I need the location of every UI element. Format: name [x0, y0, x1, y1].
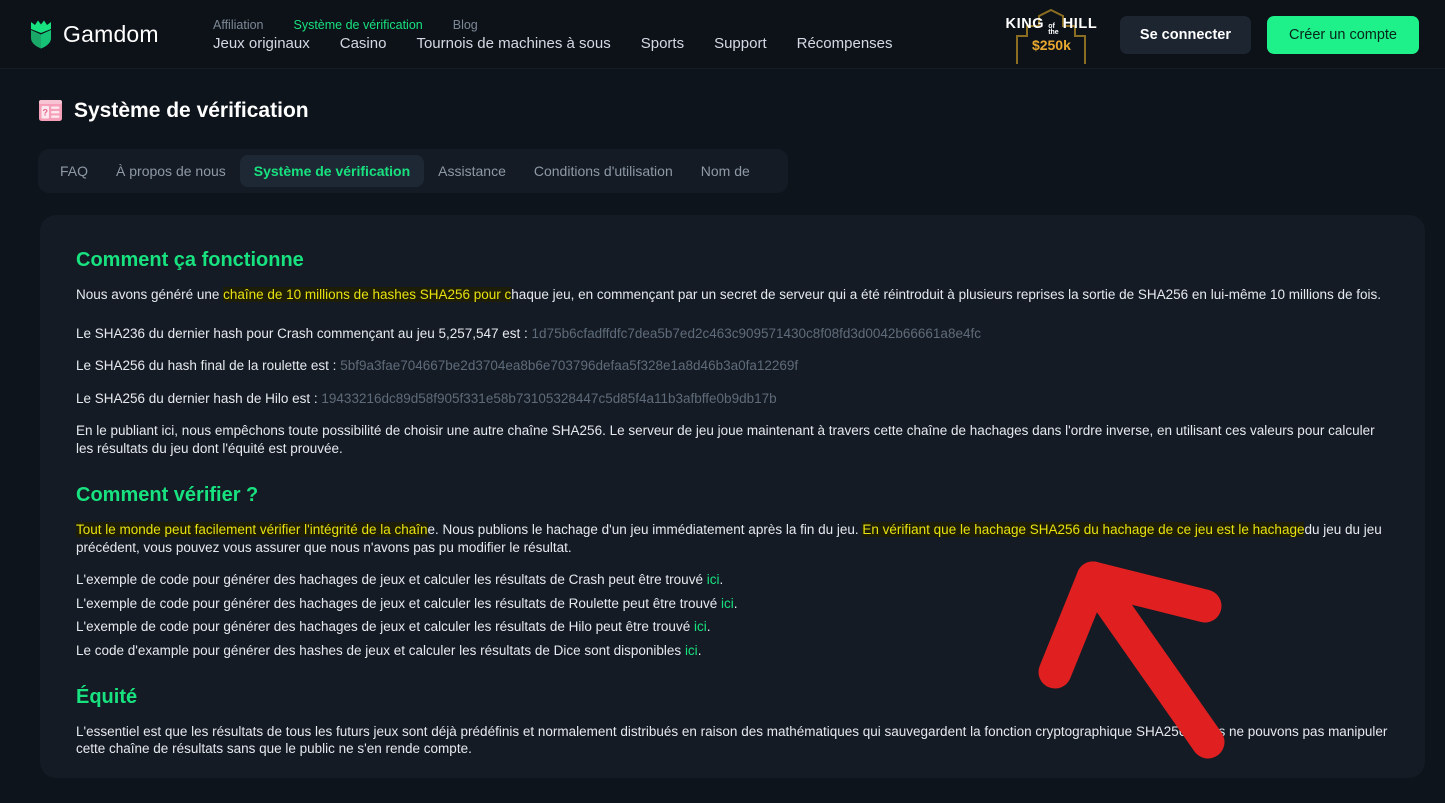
page-title-text: Système de vérification	[74, 98, 309, 122]
paragraph-how-it-works: Nous avons généré une chaîne de 10 milli…	[76, 286, 1389, 304]
login-button[interactable]: Se connecter	[1119, 15, 1251, 54]
code-line-hilo-text: L'exemple de code pour générer des hacha…	[76, 619, 694, 635]
p1-highlight: chaîne de 10 millions de hashes SHA256 p…	[223, 287, 512, 302]
heading-how-to-verify: Comment vérifier ?	[76, 484, 259, 507]
brand-name: Gamdom	[63, 20, 159, 47]
code-line-dice-suffix: .	[697, 643, 702, 659]
code-line-hilo-suffix: .	[706, 619, 711, 635]
promo-the: the	[1048, 29, 1059, 36]
crash-hash-line: Le SHA236 du dernier hash pour Crash com…	[76, 325, 1389, 343]
nav-link-verification-system[interactable]: Système de vérification	[294, 18, 423, 32]
king-of-the-hill-promo[interactable]: KING of the HILL $250k	[999, 6, 1104, 64]
hilo-hash-value: 19433216dc89d58f905f331e58b73105328447c5…	[321, 390, 777, 406]
tab-assistance[interactable]: Assistance	[424, 155, 520, 187]
secondary-nav: Affiliation Système de vérification Blog	[213, 18, 893, 32]
tab-domain-name[interactable]: Nom de	[687, 155, 764, 187]
tab-verification-system[interactable]: Système de vérification	[239, 155, 425, 187]
nav-link-rewards[interactable]: Récompenses	[797, 35, 893, 52]
nav-link-affiliation[interactable]: Affiliation	[213, 18, 264, 32]
code-line-hilo: L'exemple de code pour générer des hacha…	[76, 618, 1389, 636]
p1-part-b: haque jeu, en commençant par un secret d…	[511, 287, 1382, 302]
gamdom-crown-shield-icon	[31, 20, 51, 49]
link-crash-code[interactable]: ici	[707, 572, 720, 587]
code-line-roulette-text: L'exemple de code pour générer des hacha…	[76, 595, 721, 611]
p3-highlight-2: En vérifiant que le hachage SHA256 du ha…	[862, 522, 1305, 538]
crash-hash-value: 1d75b6cfadffdfc7dea5b7ed2c463c909571430c…	[531, 325, 981, 341]
page-title: ? Système de vérification	[38, 98, 1445, 123]
header-actions: KING of the HILL $250k Se connecter Crée…	[999, 0, 1419, 69]
heading-fairness: Équité	[76, 685, 138, 708]
hilo-hash-label: Le SHA256 du dernier hash de Hilo est :	[76, 390, 322, 406]
link-roulette-code[interactable]: ici	[721, 596, 734, 611]
brand-logo[interactable]: Gamdom	[28, 19, 213, 49]
paragraph-publishing: En le publiant ici, nous empêchons toute…	[76, 423, 1375, 456]
promo-king-text: KING	[1005, 16, 1045, 33]
paragraph-verify: Tout le monde peut facilement vérifier l…	[76, 521, 1389, 556]
tab-faq[interactable]: FAQ	[46, 155, 102, 187]
p3-middle: e. Nous publions le hachage d'un jeu imm…	[427, 522, 863, 538]
signup-button[interactable]: Créer un compte	[1267, 15, 1419, 54]
primary-nav: Jeux originaux Casino Tournois de machin…	[213, 35, 893, 52]
code-line-roulette: L'exemple de code pour générer des hacha…	[76, 595, 1389, 613]
p3-highlight-1: Tout le monde peut facilement vérifier l…	[76, 522, 428, 538]
roulette-hash-label: Le SHA256 du hash final de la roulette e…	[76, 358, 341, 374]
tab-terms-of-use[interactable]: Conditions d'utilisation	[520, 155, 687, 187]
nav-link-original-games[interactable]: Jeux originaux	[213, 35, 310, 52]
tab-about-us[interactable]: À propos de nous	[102, 155, 240, 187]
nav-link-blog[interactable]: Blog	[453, 18, 478, 32]
heading-how-it-works: Comment ça fonctionne	[76, 249, 304, 271]
code-line-crash: L'exemple de code pour générer des hacha…	[76, 571, 1389, 589]
page-tabs: FAQ À propos de nous Système de vérifica…	[38, 149, 788, 193]
code-line-dice: Le code d'example pour générer des hashe…	[76, 642, 1389, 660]
content-inner: Comment ça fonctionne Nous avons généré …	[40, 249, 1425, 758]
promo-amount: $250k	[1031, 36, 1071, 53]
nav-link-support[interactable]: Support	[714, 35, 767, 52]
link-dice-code[interactable]: ici	[685, 643, 698, 658]
nav-link-slot-tournaments[interactable]: Tournois de machines à sous	[416, 35, 610, 52]
crash-hash-label: Le SHA236 du dernier hash pour Crash com…	[76, 325, 532, 341]
promo-hill-text: HILL	[1062, 16, 1098, 33]
nav-link-sports[interactable]: Sports	[641, 35, 684, 52]
promo-of-the-text: of the	[1048, 23, 1059, 36]
header-nav: Affiliation Système de vérification Blog…	[213, 16, 893, 52]
roulette-hash-line: Le SHA256 du hash final de la roulette e…	[76, 357, 1389, 375]
code-line-roulette-suffix: .	[733, 595, 738, 611]
hilo-hash-line: Le SHA256 du dernier hash de Hilo est : …	[76, 390, 1389, 408]
link-hilo-code[interactable]: ici	[694, 619, 707, 634]
site-header: Gamdom Affiliation Système de vérificati…	[0, 0, 1445, 69]
roulette-hash-value: 5bf9a3fae704667be2d3704ea8b6e703796defaa…	[340, 358, 799, 374]
nav-link-casino[interactable]: Casino	[340, 35, 387, 52]
p1-part-a: Nous avons généré une	[76, 287, 224, 302]
code-line-crash-suffix: .	[719, 572, 724, 588]
content-card: Comment ça fonctionne Nous avons généré …	[40, 215, 1425, 778]
svg-text:?: ?	[42, 108, 48, 118]
code-line-crash-text: L'exemple de code pour générer des hacha…	[76, 572, 707, 588]
id-card-icon: ?	[39, 100, 62, 121]
paragraph-fairness: L'essentiel est que les résultats de tou…	[76, 723, 1388, 757]
code-line-dice-text: Le code d'example pour générer des hashe…	[76, 643, 685, 659]
